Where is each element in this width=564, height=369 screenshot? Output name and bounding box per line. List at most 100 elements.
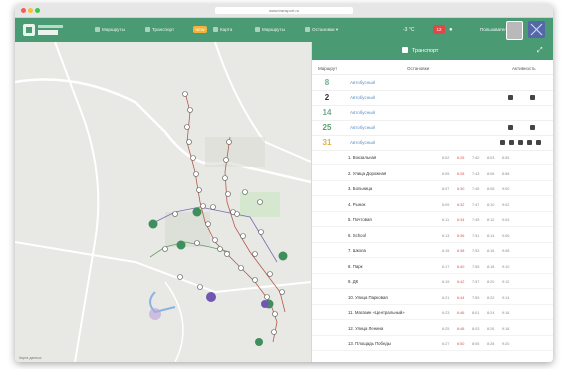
departure-time: 8:03 [472, 326, 480, 331]
stop-row[interactable]: 9. ДК 6:19 6:42 7:57 8:20 9:12 [312, 276, 553, 289]
expand-icon[interactable]: ⤢ [537, 46, 543, 55]
monitor-icon[interactable] [530, 95, 535, 100]
avatar[interactable] [506, 21, 523, 40]
weather-readout: -3 °C [403, 27, 415, 33]
stop-row[interactable]: 4. Рынок 6:09 6:32 7:47 8:10 9:02 [312, 199, 553, 212]
route-row[interactable]: 8 Автобусный [312, 76, 553, 91]
departure-time: 7:55 [472, 264, 480, 269]
stop-row[interactable]: 5. Почтовая 6:11 6:34 7:49 8:12 9:04 [312, 214, 553, 227]
stop-row[interactable]: 6. School 6:13 6:36 7:51 8:14 9:06 [312, 230, 553, 243]
map-view[interactable]: Карта данных [15, 42, 311, 362]
stop-name: 8. Парк [348, 263, 363, 269]
bus-icon[interactable] [530, 125, 535, 130]
departure-time: 7:45 [472, 187, 480, 191]
departure-time: 6:13 [442, 233, 450, 238]
bus-icon[interactable] [527, 140, 532, 145]
departure-time: 8:08 [487, 187, 495, 191]
stop-row[interactable]: 10. Улица Парковая 6:21 6:44 7:59 8:22 9:14 [312, 292, 553, 305]
stop-row[interactable]: 7. Школа 6:15 6:38 7:53 8:16 9:08 [312, 245, 553, 258]
browser-chrome: www.transport.ru [15, 4, 553, 18]
new-badge: NEW [193, 26, 207, 33]
departure-time: 6:17 [442, 264, 450, 269]
map-attribution: Карта данных [19, 356, 42, 360]
grid-icon [530, 23, 543, 36]
departure-time: 9:10 [502, 264, 510, 269]
departure-time: 6:44 [457, 295, 465, 300]
route-number: 31 [322, 138, 332, 147]
departure-time: 6:36 [457, 233, 465, 238]
stop-row[interactable]: 2. Улица Дорожная 6:05 6:28 7:43 8:06 8:58 [312, 168, 553, 181]
departure-time: 6:42 [457, 280, 465, 284]
departure-time: 6:48 [457, 326, 465, 331]
departure-time: 6:38 [457, 249, 465, 253]
departure-time: 6:05 [442, 171, 450, 176]
nav-lines[interactable]: Маршруты [255, 26, 285, 34]
stop-row[interactable]: 13. Площадь Победы 6:27 6:50 8:05 8:28 9:20 [312, 338, 553, 351]
departure-time: 9:02 [502, 202, 510, 207]
app-logo[interactable] [23, 23, 65, 37]
departure-time: 6:40 [457, 264, 465, 269]
map-icon [213, 27, 218, 33]
departure-time: 6:19 [442, 280, 450, 284]
panel-columns: Маршрут Остановки Активность [312, 64, 553, 75]
user-name[interactable]: Пользователь [480, 26, 509, 34]
departure-time: 8:16 [487, 249, 495, 253]
stop-row[interactable]: 1. Вокзальная 6:02 6:25 7:40 8:03 8:55 [312, 152, 553, 165]
route-row[interactable]: 2 Автобусный [312, 91, 553, 106]
car-icon [145, 27, 150, 33]
departure-time: 8:12 [487, 218, 495, 222]
departure-time: 6:09 [442, 202, 450, 207]
departure-time: 6:50 [457, 342, 465, 346]
nav-stops[interactable]: Остановки ▾ [305, 26, 338, 34]
bus-icon[interactable] [518, 140, 523, 145]
route-number: 14 [322, 108, 332, 117]
departure-time: 7:53 [472, 249, 480, 253]
monitor-icon[interactable] [508, 95, 513, 100]
stop-row[interactable]: 3. Больница 6:07 6:30 7:45 8:08 9:00 [312, 183, 553, 196]
close-window-icon[interactable] [21, 8, 26, 13]
departure-time: 8:01 [472, 311, 480, 315]
menu-button[interactable] [528, 21, 545, 38]
route-name: Автобусный [350, 125, 375, 130]
minimize-window-icon[interactable] [28, 8, 33, 13]
bus-icon[interactable] [536, 140, 541, 145]
stop-name: 3. Больница [348, 186, 373, 191]
stop-row[interactable]: 12. Улица Ленина 6:25 6:48 8:03 8:26 9:18 [312, 323, 553, 336]
route-name: Автобусный [350, 95, 375, 100]
departure-time: 6:27 [442, 342, 450, 346]
departure-time: 7:57 [472, 280, 480, 284]
departure-time: 6:21 [442, 295, 450, 300]
stop-name: 1. Вокзальная [348, 155, 377, 160]
route-row[interactable]: 31 Автобусный [312, 136, 553, 151]
bus-icon[interactable] [500, 140, 505, 145]
nav-routes[interactable]: Маршруты [95, 26, 125, 34]
route-number: 2 [324, 93, 330, 102]
alerts-badge[interactable]: 12 [433, 25, 445, 34]
departure-time: 9:18 [502, 326, 510, 331]
departure-time: 8:18 [487, 264, 495, 269]
column-stops: Остановки [407, 66, 430, 71]
departure-time: 8:58 [502, 171, 510, 176]
departure-time: 6:23 [442, 311, 450, 315]
route-number: 8 [324, 78, 330, 87]
maximize-window-icon[interactable] [35, 8, 40, 13]
bus-icon [402, 47, 408, 53]
departure-time: 8:28 [487, 342, 495, 346]
route-row[interactable]: 14 Автобусный [312, 106, 553, 121]
map-canvas[interactable] [15, 42, 311, 362]
nav-transport[interactable]: Транспорт [145, 26, 174, 34]
departure-time: 8:06 [487, 171, 495, 176]
nav-map[interactable]: Карта [213, 26, 232, 34]
departure-time: 6:15 [442, 249, 450, 253]
route-row[interactable]: 25 Автобусный [312, 121, 553, 136]
departure-time: 7:40 [472, 156, 480, 160]
bus-icon [95, 27, 100, 33]
stop-row[interactable]: 11. Магазин «Центральный» 6:23 6:46 8:01 8:2… [312, 307, 553, 320]
departure-time: 6:30 [457, 187, 465, 191]
departure-time: 8:55 [502, 156, 510, 160]
stop-row[interactable]: 8. Парк 6:17 6:40 7:55 8:18 9:10 [312, 261, 553, 274]
bus-icon[interactable] [508, 125, 513, 130]
bus-icon[interactable] [509, 140, 514, 145]
url-bar[interactable]: www.transport.ru [215, 7, 353, 14]
bell-icon[interactable]: ● [449, 26, 453, 34]
